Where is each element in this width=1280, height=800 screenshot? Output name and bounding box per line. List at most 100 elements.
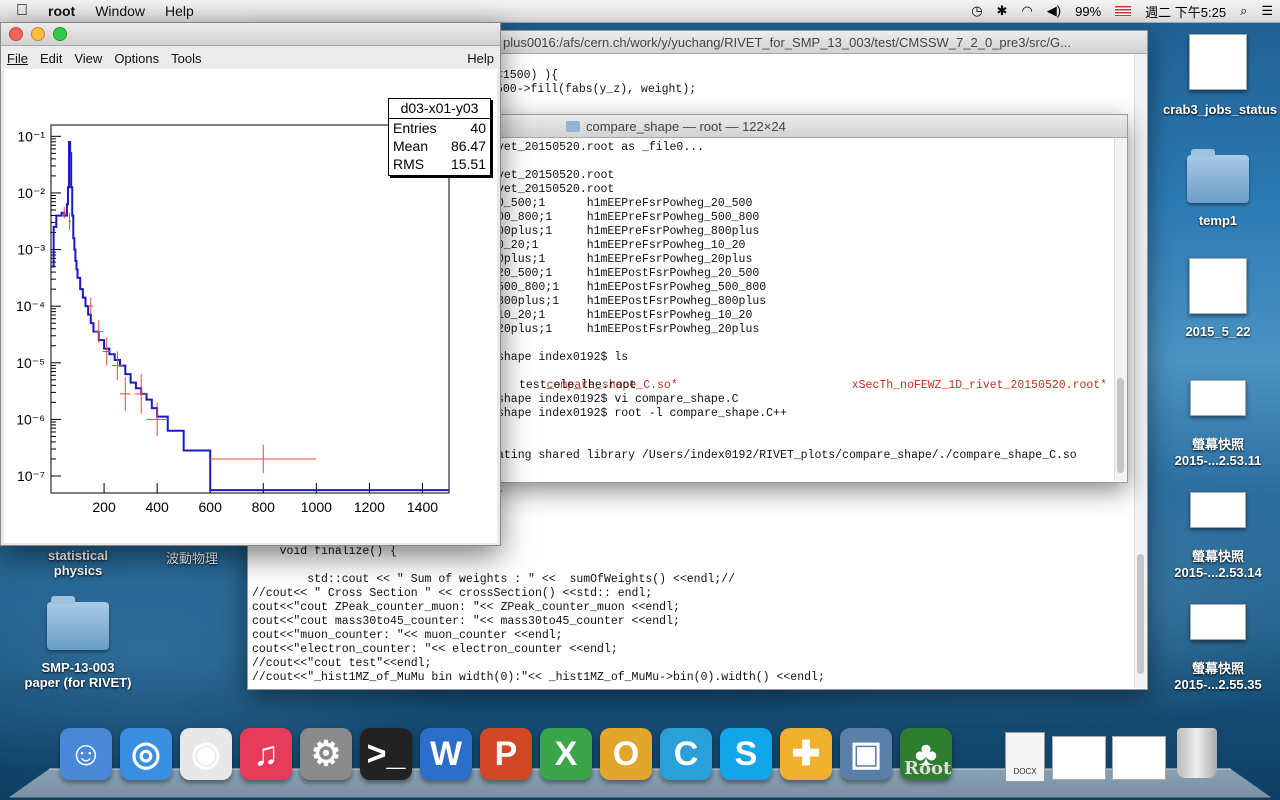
code-line: shape index0192$ ls: [497, 351, 629, 364]
spotlight-icon[interactable]: ⌕: [1233, 3, 1254, 19]
zoom-button[interactable]: [53, 27, 67, 41]
y-tick-label: 10⁻¹: [17, 128, 45, 144]
root-menu-view[interactable]: View: [68, 51, 108, 66]
notification-icon[interactable]: ☰: [1254, 3, 1280, 19]
desktop-label-statistical[interactable]: statistical physics: [23, 548, 133, 578]
dock-app-c-app[interactable]: C: [660, 728, 712, 780]
screenshot-icon: [1190, 492, 1246, 528]
y-tick-label: 10⁻²: [17, 185, 45, 201]
terminal-front-title: compare_shape — root — 122×24: [586, 118, 786, 134]
dock-app-powerpoint[interactable]: P: [480, 728, 532, 780]
dock-app-finder[interactable]: ☺: [60, 728, 112, 780]
terminal-front-scrollbar[interactable]: [1114, 138, 1127, 481]
desktop-icon-screenshot-1[interactable]: 螢幕快照 2015-...2.53.11: [1163, 380, 1273, 468]
time-machine-icon[interactable]: ◷: [964, 3, 989, 19]
root-menu-options[interactable]: Options: [108, 51, 165, 66]
ls-file-test: test_ele_lhe.root: [519, 379, 637, 392]
terminal-back-bottom-text: void finalize() { std::cout << " Sum of …: [252, 545, 825, 685]
terminal-back-scrollbar[interactable]: [1134, 54, 1147, 688]
code-line: cout<<"cout ZPeak_counter_muon: "<< ZPea…: [252, 601, 680, 614]
trash-icon[interactable]: [1177, 728, 1217, 778]
root-canvas[interactable]: 200 400 600 800 1000 1200 1400 10⁻¹ 10⁻² 10⁻³ 10⁻⁴…: [4, 69, 497, 543]
scrollbar-thumb[interactable]: [1117, 378, 1124, 473]
terminal-back-title: plus0016:/afs/cern.ch/work/y/yuchang/RIV…: [503, 34, 1071, 50]
code-line: 0_500;1 h1mEEPreFsrPowheg_20_500: [497, 197, 753, 210]
root-menu-file[interactable]: File: [1, 51, 34, 66]
code-line: //cout<<"_hist1MZ_of_MuMu bin width(0):"…: [252, 671, 825, 684]
dock-app-chrome[interactable]: ◉: [180, 728, 232, 780]
dock-app-skype[interactable]: S: [720, 728, 772, 780]
code-line: void finalize() {: [252, 545, 397, 558]
terminal-back-top-text: <1500) ){500->fill(fabs(y_z), weight);: [496, 69, 696, 97]
code-line: 10_20;1 h1mEEPostFsrPowheg_10_20: [497, 309, 753, 322]
dock-app-word[interactable]: W: [420, 728, 472, 780]
code-line: 0plus;1 h1mEEPreFsrPowheg_20plus: [497, 253, 753, 266]
stack-downloads-icon[interactable]: [1112, 736, 1166, 780]
code-line: vet_20150520.root: [497, 183, 615, 196]
scrollbar-thumb[interactable]: [1137, 554, 1144, 674]
menu-help[interactable]: Help: [155, 3, 204, 19]
desktop-icon-screenshot-2[interactable]: 螢幕快照 2015-...2.53.14: [1163, 492, 1273, 580]
code-line: //cout<< " Cross Section " << crossSecti…: [252, 587, 653, 600]
volume-icon[interactable]: ◀): [1040, 3, 1068, 19]
desktop-label-wave[interactable]: 波動物理: [137, 548, 247, 567]
stats-box: d03-x01-y03 Entries 40 Mean 86.47 RMS 15.51: [388, 98, 491, 176]
screenshot-icon: [1190, 380, 1246, 416]
bluetooth-icon[interactable]: ✱: [990, 3, 1015, 19]
code-line: 0_20;1 h1mEEPreFsrPowheg_10_20: [497, 239, 746, 252]
terminal-window-front[interactable]: compare_shape — root — 122×24 vet_201505…: [490, 114, 1128, 483]
root-menu-bar: File Edit View Options Tools Help: [1, 46, 500, 70]
code-line: 20_500;1 h1mEEPostFsrPowheg_20_500: [497, 267, 760, 280]
dock-app-safari[interactable]: ◎: [120, 728, 172, 780]
root-canvas-window[interactable]: File Edit View Options Tools Help 200 400…: [0, 22, 501, 546]
x-tick-label: 800: [252, 499, 276, 515]
x-tick-label: 600: [199, 499, 223, 515]
stack-screenshots-icon[interactable]: [1052, 736, 1106, 780]
docx-file-icon[interactable]: DOCX: [1005, 732, 1045, 782]
folder-icon: [47, 596, 109, 650]
minimize-button[interactable]: [31, 27, 45, 41]
screenshot-icon: [1190, 604, 1246, 640]
x-tick-label: 1200: [354, 499, 385, 515]
code-line: vet_20150520.root: [497, 169, 615, 182]
x-tick-label: 1400: [407, 499, 438, 515]
flag-icon[interactable]: [1115, 6, 1132, 16]
dock-app-iphoto[interactable]: ▣: [840, 728, 892, 780]
stats-rms-value: 15.51: [450, 156, 486, 172]
x-tick-label: 400: [145, 499, 169, 515]
root-window-titlebar[interactable]: [1, 23, 500, 46]
wifi-icon[interactable]: ◠: [1014, 3, 1039, 19]
plot-frame: [50, 124, 450, 494]
root-menu-tools[interactable]: Tools: [165, 51, 207, 66]
desktop-icon-label: 2015_5_22: [1185, 324, 1251, 339]
x-tick-label: 1000: [301, 499, 332, 515]
dock-app-itunes[interactable]: ♫: [240, 728, 292, 780]
dock-app-outlook[interactable]: O: [600, 728, 652, 780]
desktop-icon-2015-5-22[interactable]: 2015_5_22: [1163, 258, 1273, 339]
code-line: vet_20150520.root as _file0...: [497, 141, 705, 154]
desktop-icon-label: 螢幕快照 2015-...2.53.14: [1174, 549, 1262, 580]
close-button[interactable]: [9, 27, 23, 41]
code-line: //cout<<"cout test"<<endl;: [252, 657, 432, 670]
dock-app-excel[interactable]: X: [540, 728, 592, 780]
dock-app-terminal[interactable]: >_: [360, 728, 412, 780]
clock[interactable]: 週二 下午5:25: [1138, 2, 1233, 21]
desktop-icon-crab3[interactable]: crab3_jobs_status: [1163, 34, 1277, 117]
code-line: cout<<"electron_counter: "<< electron_co…: [252, 643, 618, 656]
app-name-menu[interactable]: root: [38, 3, 85, 19]
desktop-icon-temp1[interactable]: temp1: [1163, 149, 1273, 228]
y-tick-label: 10⁻⁴: [16, 298, 45, 314]
dock-root-label: Root: [904, 758, 952, 779]
desktop-icon-screenshot-3[interactable]: 螢幕快照 2015-...2.55.35: [1163, 604, 1273, 692]
root-menu-edit[interactable]: Edit: [34, 51, 68, 66]
dock-app-system-preferences[interactable]: ⚙: [300, 728, 352, 780]
apple-menu-icon[interactable]: : [0, 2, 38, 20]
menu-window[interactable]: Window: [85, 3, 155, 19]
terminal-front-titlebar[interactable]: compare_shape — root — 122×24: [491, 115, 1127, 138]
desktop-folder-smp[interactable]: SMP-13-003 paper (for RIVET): [23, 596, 133, 690]
dock-app-maps[interactable]: ✚: [780, 728, 832, 780]
code-line: cout<<"muon_counter: "<< muon_counter <<…: [252, 629, 563, 642]
root-menu-help[interactable]: Help: [461, 51, 500, 66]
battery-text[interactable]: 99%: [1068, 4, 1108, 19]
